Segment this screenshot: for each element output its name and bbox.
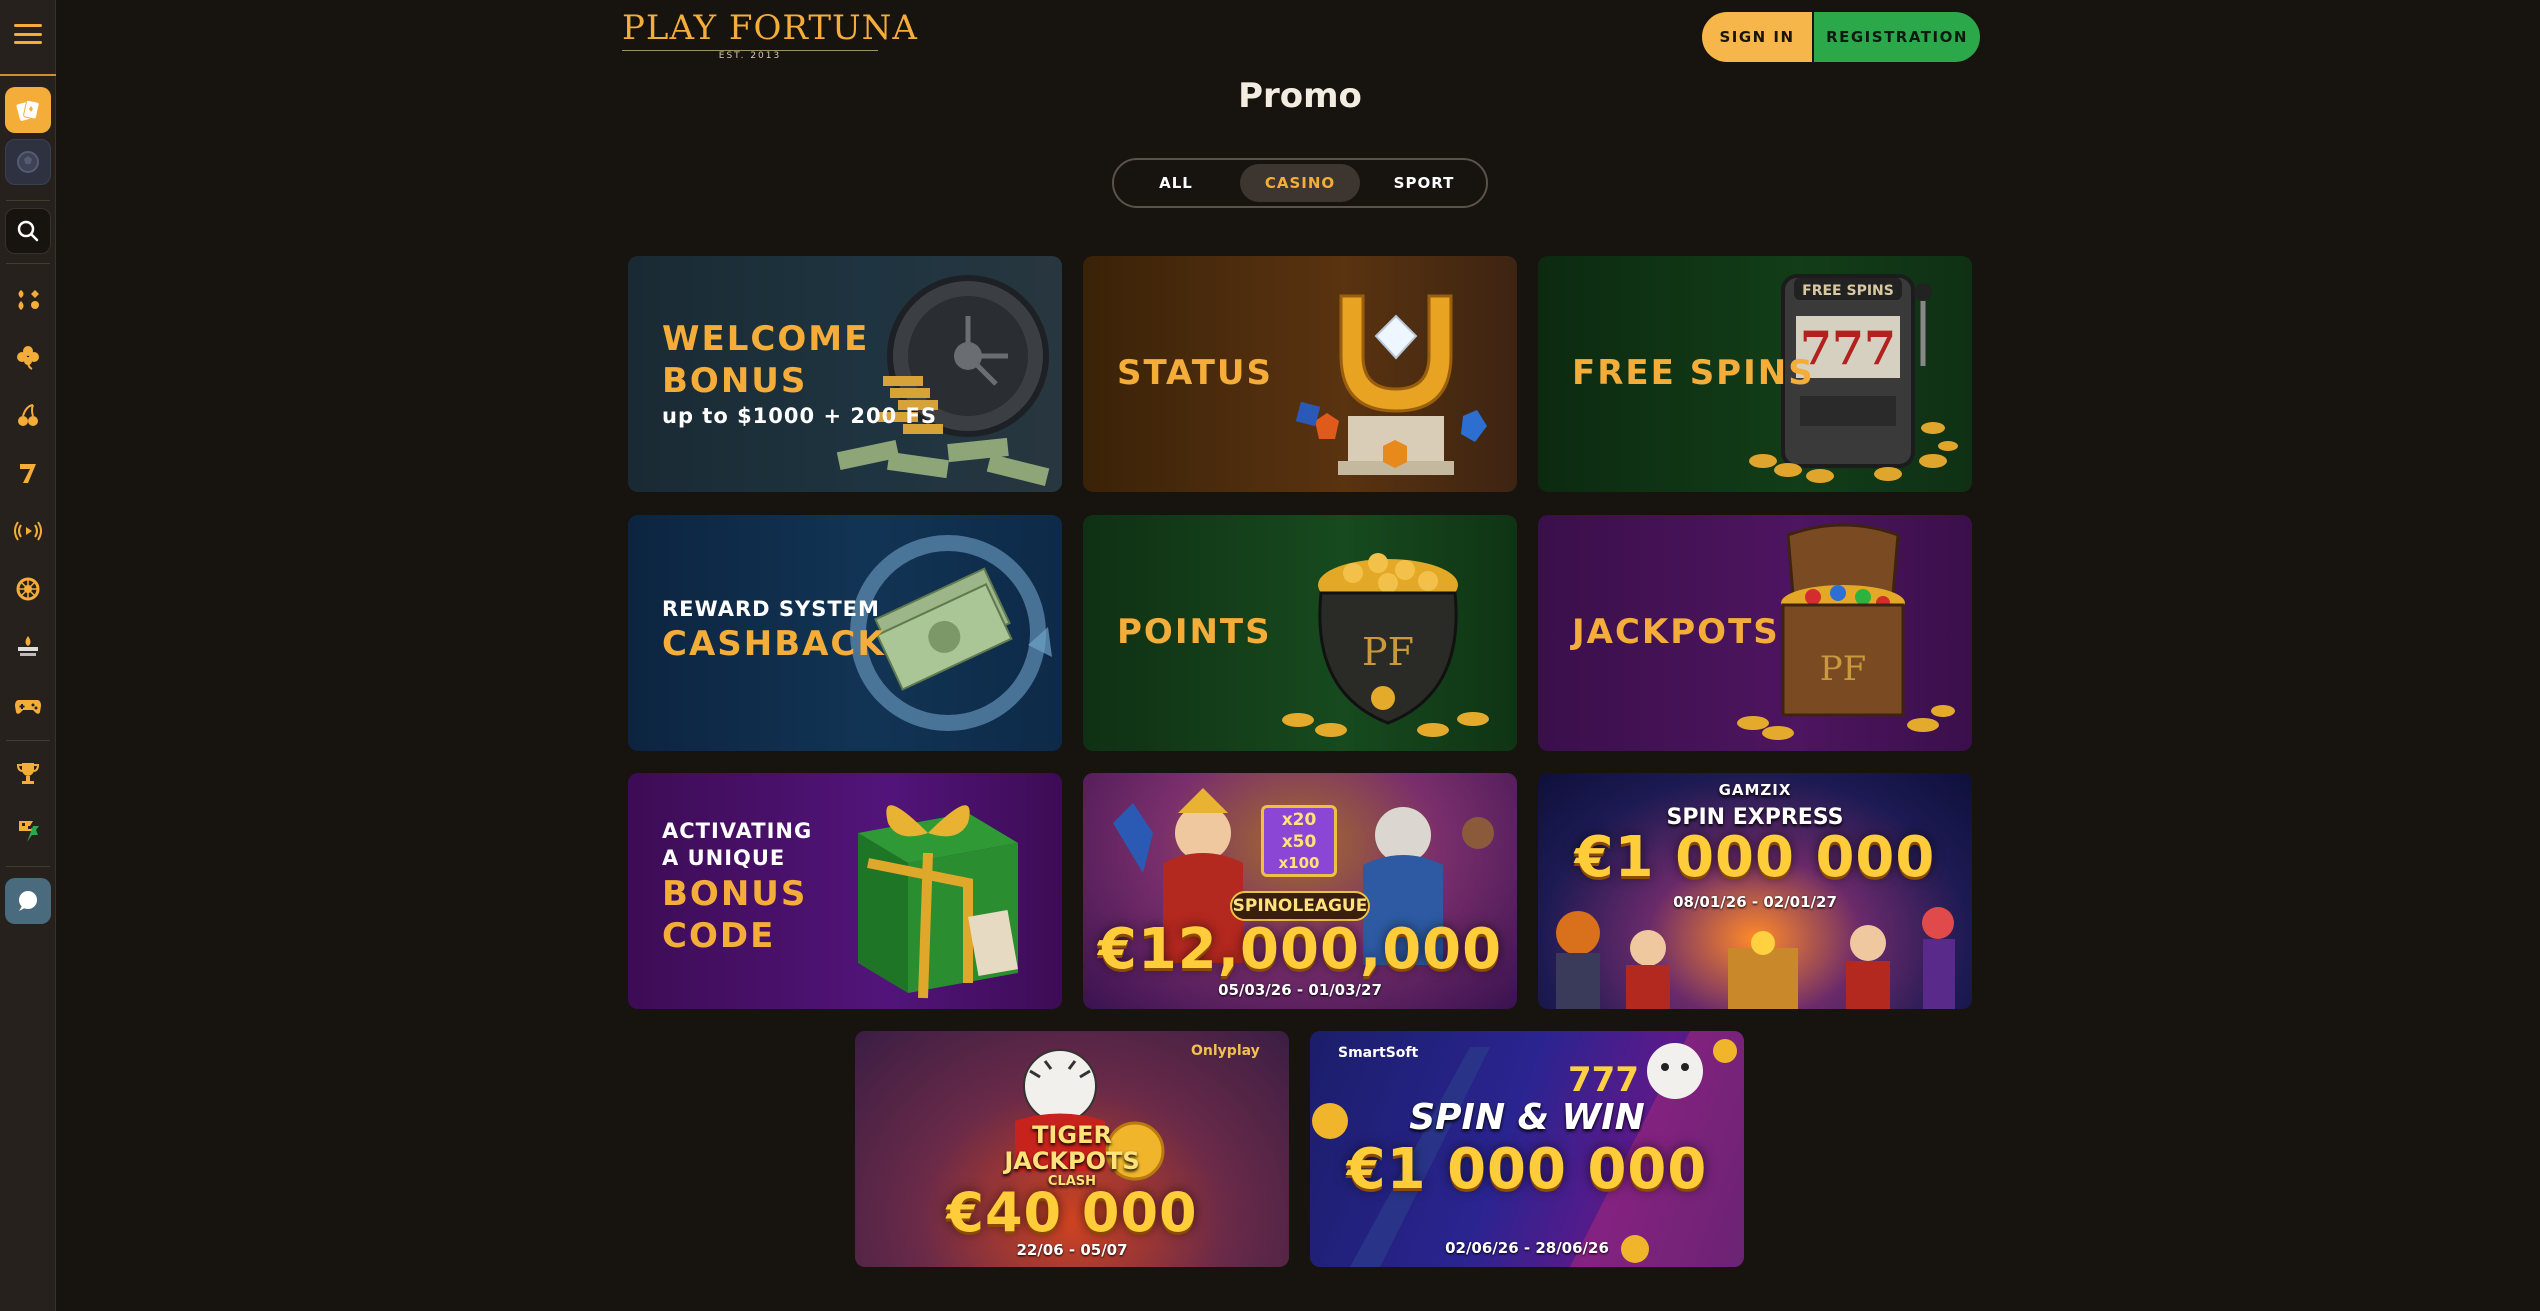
promo-filter-tabs: ALL CASINO SPORT	[1112, 158, 1488, 208]
sidebar-item-races[interactable]	[5, 808, 51, 854]
promo-card-cashback[interactable]: REWARD SYSTEM CASHBACK	[628, 515, 1062, 751]
prize-amount: €1 000 000	[1574, 825, 1936, 890]
promo-card-welcome-bonus[interactable]: WELCOME BONUS up to $1000 + 200 FS	[628, 256, 1062, 492]
sidebar-item-table-games[interactable]	[5, 276, 51, 322]
flags-icon	[19, 821, 39, 842]
game-name-line1: TIGER	[1032, 1121, 1112, 1149]
promo-title: JACKPOTS	[1572, 612, 1780, 652]
sidebar-item-roulette[interactable]	[5, 566, 51, 612]
promo-line3: BONUS	[662, 874, 808, 914]
promo-card-free-spins[interactable]: FREE SPINS 777 FREE SPINS	[1538, 256, 1972, 492]
promo-card-spinoleague[interactable]: x20 x50 x100 SPINOLEAGUE €12,000,000 05/…	[1083, 773, 1517, 1009]
chat-icon	[19, 891, 37, 911]
promo-title: POINTS	[1117, 612, 1272, 652]
search-icon	[17, 220, 39, 242]
logo-established: EST. 2013	[622, 50, 878, 61]
cards-icon	[16, 99, 40, 121]
multiplier-x20: x20	[1281, 810, 1317, 830]
promo-card-tiger-jackpots[interactable]: Onlyplay TIGER JACKPOTS CLASH €40 000 22…	[855, 1031, 1289, 1267]
promo-title-line2: BONUS	[662, 361, 808, 401]
registration-button[interactable]: REGISTRATION	[1814, 12, 1980, 62]
drops-wins-icon	[18, 636, 38, 656]
promo-title-line1: WELCOME	[662, 319, 870, 359]
promo-line2: A UNIQUE	[662, 846, 786, 870]
promo-dates: 02/06/26 - 28/06/26	[1445, 1239, 1609, 1257]
logo[interactable]: PLAY FORTUNA EST. 2013	[622, 8, 918, 61]
cherry-icon	[18, 404, 38, 426]
svg-text:FREE SPINS: FREE SPINS	[1802, 283, 1894, 299]
gamepad-icon	[15, 700, 41, 714]
promo-card-bonus-code[interactable]: ACTIVATING A UNIQUE BONUS CODE	[628, 773, 1062, 1009]
promo-title: FREE SPINS	[1572, 353, 1815, 393]
sidebar-item-classic[interactable]	[5, 450, 51, 496]
provider-logo-smartsoft: SmartSoft	[1338, 1045, 1419, 1061]
game-name-line2: JACKPOTS	[1004, 1147, 1140, 1175]
sidebar-item-cards[interactable]	[5, 87, 51, 133]
provider-logo-gamzix: GAMZIX	[1718, 781, 1792, 799]
promo-title: STATUS	[1117, 353, 1274, 393]
svg-text:PF: PF	[1820, 649, 1866, 689]
sidebar-item-lucky[interactable]	[5, 334, 51, 380]
prize-amount: €1 000 000	[1346, 1137, 1708, 1202]
promo-name: SPINOLEAGUE	[1232, 896, 1368, 916]
promo-title: CASHBACK	[662, 624, 886, 664]
promo-card-points[interactable]: PF POINTS	[1083, 515, 1517, 751]
promo-subtitle: up to $1000 + 200 FS	[662, 404, 937, 428]
prize-amount: €12,000,000	[1097, 917, 1503, 982]
trophy-icon	[16, 763, 40, 784]
tab-all[interactable]: ALL	[1126, 164, 1226, 202]
sidebar-item-chat[interactable]	[5, 878, 51, 924]
seven-icon	[20, 464, 36, 483]
promo-name: SPIN & WIN	[1409, 1097, 1645, 1138]
promo-line1: ACTIVATING	[662, 819, 813, 843]
promo-card-status[interactable]: STATUS	[1083, 256, 1517, 492]
prize-amount: €40 000	[946, 1181, 1198, 1244]
sidebar-item-tournaments[interactable]	[5, 750, 51, 796]
promo-card-spin-express[interactable]: GAMZIX SPIN EXPRESS €1 000 000 08/01/26 …	[1538, 773, 1972, 1009]
page-title: Promo	[1238, 76, 1362, 116]
sidebar-item-games[interactable]	[5, 682, 51, 728]
sidebar	[0, 0, 56, 1311]
provider-logo-onlyplay: Onlyplay	[1191, 1043, 1260, 1059]
sidebar-divider	[0, 74, 56, 76]
sidebar-item-slots[interactable]	[5, 392, 51, 438]
wheel-icon	[16, 577, 40, 601]
promo-card-jackpots[interactable]: PF JACKPOTS	[1538, 515, 1972, 751]
multiplier-x100: x100	[1278, 854, 1320, 872]
sidebar-item-search[interactable]	[5, 208, 51, 254]
clover-icon	[17, 346, 39, 370]
hamburger-menu-icon[interactable]	[10, 20, 46, 48]
promo-dates: 05/03/26 - 01/03/27	[1218, 981, 1382, 999]
suits-icon	[18, 290, 39, 310]
sign-in-button[interactable]: SIGN IN	[1702, 12, 1812, 62]
svg-text:PF: PF	[1362, 630, 1414, 674]
promo-dates: 08/01/26 - 02/01/27	[1673, 893, 1837, 911]
promo-dates: 22/06 - 05/07	[1016, 1241, 1128, 1259]
promo-subtitle: REWARD SYSTEM	[662, 597, 880, 621]
ball-icon	[17, 151, 39, 173]
sidebar-item-drops-wins[interactable]	[5, 624, 51, 670]
multiplier-badge: x20 x50 x100	[1261, 805, 1337, 877]
multiplier-x50: x50	[1281, 832, 1317, 852]
tab-casino[interactable]: CASINO	[1240, 164, 1360, 202]
promo-card-spin-win[interactable]: 777 SmartSoft SPIN & WIN €1 000 000 02/0…	[1310, 1031, 1744, 1267]
live-icon	[14, 521, 42, 541]
promo-line4: CODE	[662, 916, 776, 956]
logo-text: PLAY FORTUNA	[622, 8, 918, 48]
sidebar-item-live[interactable]	[5, 508, 51, 554]
tab-sport[interactable]: SPORT	[1374, 164, 1474, 202]
svg-text:777: 777	[1568, 1060, 1639, 1100]
sidebar-item-sport[interactable]	[5, 139, 51, 185]
